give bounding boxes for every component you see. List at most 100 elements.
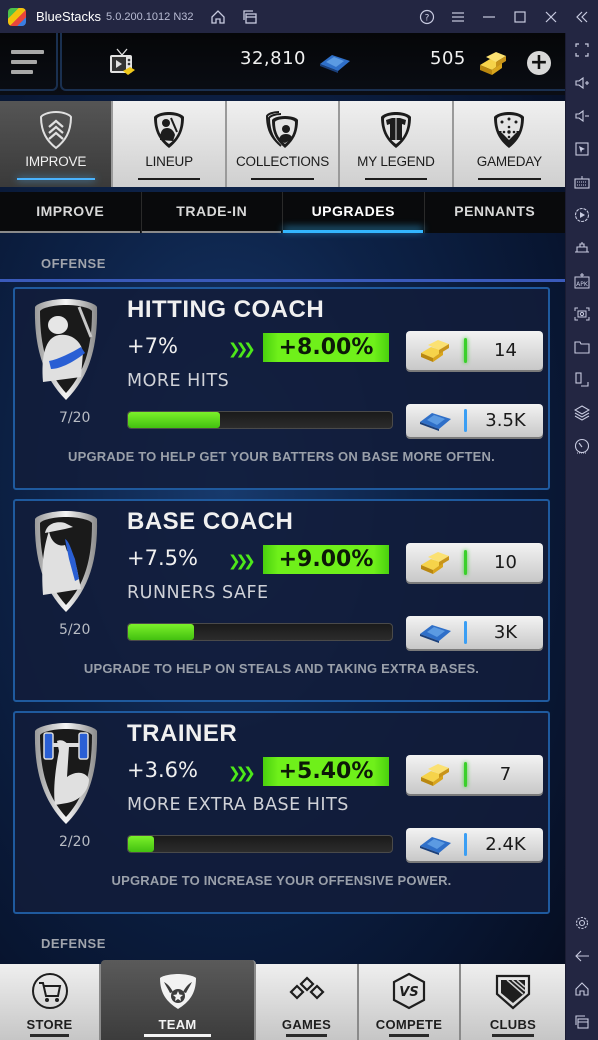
cash-cost: 2.4K [485, 834, 526, 855]
cash-upgrade-button[interactable]: 3.5K [406, 404, 543, 437]
bottom-nav-compete[interactable]: VS COMPETE [359, 964, 461, 1040]
upgrade-card-base-coach: BASE COACH +7.5% ❯❯❯ +9.00% RUNNERS SAFE… [13, 499, 550, 702]
nav-underline [137, 178, 201, 180]
hamburger-menu-button[interactable] [0, 33, 58, 91]
nav-underline [286, 1034, 327, 1037]
top-nav: IMPROVE LINEUP COLLECTIONS MY LEGEND GAM… [0, 101, 565, 187]
recent-apps-icon[interactable] [572, 1012, 592, 1032]
gold-upgrade-button[interactable]: 14 [406, 331, 543, 370]
top-nav-lineup[interactable]: LINEUP [113, 101, 227, 187]
video-reward-icon[interactable] [108, 47, 136, 77]
hamburger-line [11, 70, 33, 74]
upgrade-subtitle: RUNNERS SAFE [127, 583, 269, 603]
separator [464, 550, 467, 575]
upgrade-subtitle: MORE EXTRA BASE HITS [127, 795, 349, 815]
fullscreen-icon[interactable] [572, 40, 592, 60]
upgrade-description: UPGRADE TO HELP GET YOUR BATTERS ON BASE… [68, 449, 495, 464]
help-icon[interactable]: ? [417, 7, 437, 27]
progress-fill [128, 836, 155, 852]
top-nav-my-legend[interactable]: MY LEGEND [340, 101, 454, 187]
back-icon[interactable] [572, 946, 592, 966]
arrow-chevrons-icon: ❯❯❯ [228, 552, 256, 570]
cash-icon [320, 55, 350, 73]
bottom-nav-clubs[interactable]: CLUBS [461, 964, 565, 1040]
maximize-icon[interactable] [510, 7, 530, 27]
add-gold-button[interactable]: + [527, 51, 551, 75]
keyboard-icon[interactable] [572, 172, 592, 192]
cash-icon [420, 413, 451, 431]
tab-trade-in[interactable]: TRADE-IN [141, 192, 283, 233]
multi-instance-icon[interactable] [240, 7, 260, 27]
gold-cost: 10 [494, 552, 517, 573]
svg-text:VS: VS [399, 985, 418, 1000]
top-nav-improve[interactable]: IMPROVE [0, 101, 114, 187]
cash-upgrade-button[interactable]: 2.4K [406, 828, 543, 861]
minimize-icon[interactable] [479, 7, 499, 27]
section-divider [0, 279, 565, 282]
bottom-nav-label: STORE [26, 1017, 73, 1032]
hamburger-line [11, 60, 37, 64]
cash-cost: 3K [493, 622, 518, 643]
top-nav-label: IMPROVE [25, 154, 87, 169]
separator [464, 762, 467, 787]
separator [464, 621, 467, 644]
android-home-icon[interactable] [572, 979, 592, 999]
macro-record-icon[interactable] [572, 205, 592, 225]
top-nav-gameday[interactable]: GAMEDAY [453, 101, 565, 187]
gold-cost: 14 [494, 340, 517, 361]
cart-icon [31, 973, 68, 1009]
next-value: +9.00% [263, 545, 389, 574]
title-bar: BlueStacks 5.0.200.1012 N32 ? [0, 0, 598, 33]
arrow-chevrons-icon: ❯❯❯ [228, 340, 256, 358]
tab-upgrades[interactable]: UPGRADES [283, 192, 425, 233]
active-indicator [16, 178, 95, 180]
bluestacks-sidebar: APK [565, 33, 598, 1040]
pointer-icon[interactable] [572, 139, 592, 159]
bottom-nav-store[interactable]: STORE [0, 964, 101, 1040]
top-nav-collections[interactable]: COLLECTIONS [226, 101, 341, 187]
next-value: +8.00% [263, 333, 389, 362]
gold-bar-icon [421, 340, 449, 362]
menu-icon[interactable] [448, 7, 468, 27]
folder-icon[interactable] [572, 337, 592, 357]
home-icon[interactable] [208, 7, 228, 27]
hud-bar: 32,810 505 + [0, 33, 565, 95]
upgrade-description: UPGRADE TO HELP ON STEALS AND TAKING EXT… [83, 661, 480, 676]
arrow-chevrons-icon: ❯❯❯ [228, 764, 256, 782]
screenshot-icon[interactable] [572, 304, 592, 324]
sub-tabs: IMPROVE TRADE-IN UPGRADES PENNANTS [0, 192, 565, 233]
tab-improve[interactable]: IMPROVE [0, 192, 142, 233]
separator [464, 409, 467, 432]
current-value: +7.5% [127, 546, 198, 570]
eco-mode-icon[interactable] [572, 436, 592, 456]
gold-amount: 505 [430, 48, 466, 69]
bottom-nav-team[interactable]: TEAM [101, 960, 256, 1040]
rotate-icon[interactable] [572, 370, 592, 390]
close-icon[interactable] [541, 7, 561, 27]
gold-cost: 7 [499, 764, 512, 785]
game-controls-icon[interactable] [572, 238, 592, 258]
gold-upgrade-button[interactable]: 7 [406, 755, 543, 794]
svg-text:APK: APK [576, 281, 589, 288]
batter-shield-icon [154, 112, 185, 148]
cash-upgrade-button[interactable]: 3K [406, 616, 543, 649]
top-nav-label: LINEUP [145, 154, 193, 169]
volume-down-icon[interactable] [572, 106, 592, 126]
top-nav-label: MY LEGEND [357, 154, 435, 169]
settings-icon[interactable] [572, 913, 592, 933]
collapse-sidebar-icon[interactable] [572, 7, 592, 27]
gold-upgrade-button[interactable]: 10 [406, 543, 543, 582]
nav-underline [364, 178, 428, 180]
layers-icon[interactable] [572, 403, 592, 423]
trainer-shield-icon [34, 723, 98, 824]
bottom-nav-games[interactable]: GAMES [256, 964, 359, 1040]
game-screen: 32,810 505 + IMPROVE LINEUP COLLECTIONS … [0, 33, 565, 1040]
cash-icon [420, 837, 451, 855]
volume-up-icon[interactable] [572, 73, 592, 93]
chevron-shield-icon [39, 110, 72, 150]
tab-pennants[interactable]: PENNANTS [425, 192, 566, 233]
install-apk-icon[interactable]: APK [572, 271, 592, 291]
top-nav-label: COLLECTIONS [235, 154, 330, 169]
app-version: 5.0.200.1012 N32 [106, 10, 194, 23]
upgrade-card-trainer: TRAINER +3.6% ❯❯❯ +5.40% MORE EXTRA BASE… [13, 711, 550, 914]
